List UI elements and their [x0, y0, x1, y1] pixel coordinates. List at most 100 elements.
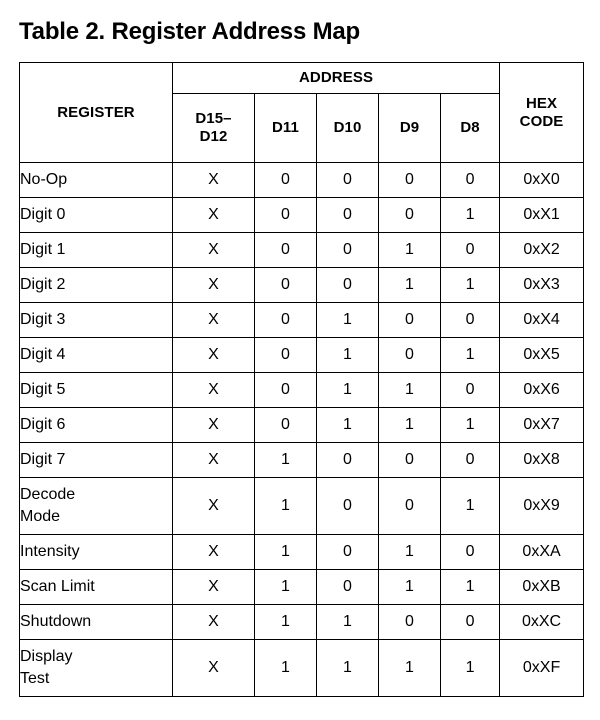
cell-register-name: Scan Limit — [19, 569, 173, 605]
cell-d10: 1 — [316, 639, 379, 697]
register-name-line: Digit 6 — [20, 416, 66, 433]
cell-register-name: Digit 4 — [19, 337, 173, 373]
column-header-register: REGISTER — [19, 62, 173, 163]
cell-d11: 0 — [254, 302, 317, 338]
table-row: Shutdown X 1 1 0 0 0xXC — [19, 604, 585, 640]
column-header-hex-code: HEX CODE — [499, 62, 585, 163]
cell-d9: 0 — [378, 197, 441, 233]
register-name-line: Scan Limit — [20, 578, 95, 595]
register-name-line: Digit 2 — [20, 276, 66, 293]
register-name-line: No-Op — [20, 171, 68, 188]
column-header-d15-d12: D15– D12 — [172, 93, 255, 163]
cell-d10: 1 — [316, 337, 379, 373]
register-name-line: Digit 5 — [20, 381, 66, 398]
table-row: Digit 5 X 0 1 1 0 0xX6 — [19, 372, 585, 408]
register-name-line: Digit 0 — [20, 206, 66, 223]
register-name-line: Shutdown — [20, 613, 92, 630]
cell-d15-d12: X — [172, 267, 255, 303]
cell-d8: 0 — [439, 604, 501, 640]
cell-hex-code: 0xX4 — [499, 302, 585, 338]
cell-register-name: Shutdown — [19, 604, 173, 640]
cell-register-name: Digit 0 — [19, 197, 173, 233]
cell-d11: 0 — [254, 162, 317, 198]
cell-hex-code: 0xX6 — [499, 372, 585, 408]
cell-d15-d12: X — [172, 302, 255, 338]
cell-d10: 1 — [316, 604, 379, 640]
table-body: No-Op X 0 0 0 0 0xX0 Digit 0 X 0 0 0 1 0xX1 Digit 1X00… — [19, 162, 585, 697]
cell-d9: 1 — [378, 639, 441, 697]
cell-d11: 1 — [254, 569, 317, 605]
cell-d11: 1 — [254, 604, 317, 640]
cell-d9: 1 — [378, 569, 441, 605]
cell-d8: 0 — [439, 442, 501, 478]
cell-d11: 0 — [254, 267, 317, 303]
cell-d8: 1 — [439, 639, 501, 697]
hex-code-label-line1: HEX — [525, 94, 558, 112]
cell-register-name: Decode Mode — [19, 477, 173, 535]
cell-d8: 1 — [439, 569, 501, 605]
cell-d15-d12: X — [172, 569, 255, 605]
register-name-line: Digit 7 — [20, 451, 66, 468]
cell-d9: 1 — [378, 372, 441, 408]
register-name-line: Display — [20, 648, 73, 665]
cell-d11: 1 — [254, 442, 317, 478]
cell-d15-d12: X — [172, 477, 255, 535]
cell-d15-d12: X — [172, 232, 255, 268]
cell-d11: 0 — [254, 197, 317, 233]
table-row: Digit 6 X 0 1 1 1 0xX7 — [19, 407, 585, 443]
cell-d15-d12: X — [172, 337, 255, 373]
cell-d8: 0 — [439, 372, 501, 408]
cell-d11: 1 — [254, 639, 317, 697]
d15-d12-label-line2: D12 — [199, 128, 228, 145]
cell-hex-code: 0xXB — [499, 569, 585, 605]
cell-d15-d12: X — [172, 372, 255, 408]
cell-d8: 0 — [439, 232, 501, 268]
page-root: Table 2. Register Address Map REGISTER A… — [0, 0, 600, 720]
cell-register-name: Digit 2 — [19, 267, 173, 303]
table-header-row-1: REGISTER ADDRESS HEX CODE — [19, 62, 585, 163]
cell-d11: 0 — [254, 407, 317, 443]
cell-register-name: Digit 1 — [19, 232, 173, 268]
cell-d8: 1 — [439, 267, 501, 303]
register-name-line: Digit 3 — [20, 311, 66, 328]
cell-d9: 0 — [378, 442, 441, 478]
cell-d11: 0 — [254, 372, 317, 408]
cell-d9: 0 — [378, 162, 441, 198]
cell-d8: 0 — [439, 162, 501, 198]
column-header-d9: D9 — [378, 93, 441, 163]
column-group-header-address: ADDRESS — [171, 62, 501, 94]
column-header-d8: D8 — [439, 93, 501, 163]
table-row: Digit 1 X 0 0 1 0 0xX2 — [19, 232, 585, 268]
cell-d10: 1 — [316, 372, 379, 408]
table-row: Digit 2 X 0 0 1 1 0xX3 — [19, 267, 585, 303]
cell-d9: 0 — [378, 337, 441, 373]
cell-hex-code: 0xX9 — [499, 477, 585, 535]
cell-d8: 1 — [439, 197, 501, 233]
cell-d15-d12: X — [172, 162, 255, 198]
cell-d11: 1 — [254, 477, 317, 535]
table-row: Digit 3 X 0 1 0 0 0xX4 — [19, 302, 585, 338]
cell-d8: 1 — [439, 477, 501, 535]
cell-hex-code: 0xXA — [499, 534, 585, 570]
cell-hex-code: 0xX2 — [499, 232, 585, 268]
cell-register-name: Digit 7 — [19, 442, 173, 478]
column-header-d10: D10 — [316, 93, 379, 163]
cell-d8: 0 — [439, 534, 501, 570]
cell-hex-code: 0xX5 — [499, 337, 585, 373]
table-row: Scan Limit X 1 0 1 1 0xXB — [19, 569, 585, 605]
cell-d8: 0 — [439, 302, 501, 338]
table-title: Table 2. Register Address Map — [19, 18, 360, 45]
register-name-line: Decode — [20, 486, 76, 503]
cell-d10: 0 — [316, 162, 379, 198]
cell-d15-d12: X — [172, 604, 255, 640]
cell-d11: 0 — [254, 337, 317, 373]
cell-d15-d12: X — [172, 197, 255, 233]
cell-hex-code: 0xX7 — [499, 407, 585, 443]
cell-d15-d12: X — [172, 534, 255, 570]
cell-d11: 0 — [254, 232, 317, 268]
register-name-line: Intensity — [20, 543, 80, 560]
register-address-map-table-wrapper: REGISTER ADDRESS HEX CODE D15– D12 D11 D… — [19, 62, 585, 697]
cell-hex-code: 0xXC — [499, 604, 585, 640]
register-name-line: Test — [20, 670, 50, 687]
register-name-line: Digit 1 — [20, 241, 66, 258]
